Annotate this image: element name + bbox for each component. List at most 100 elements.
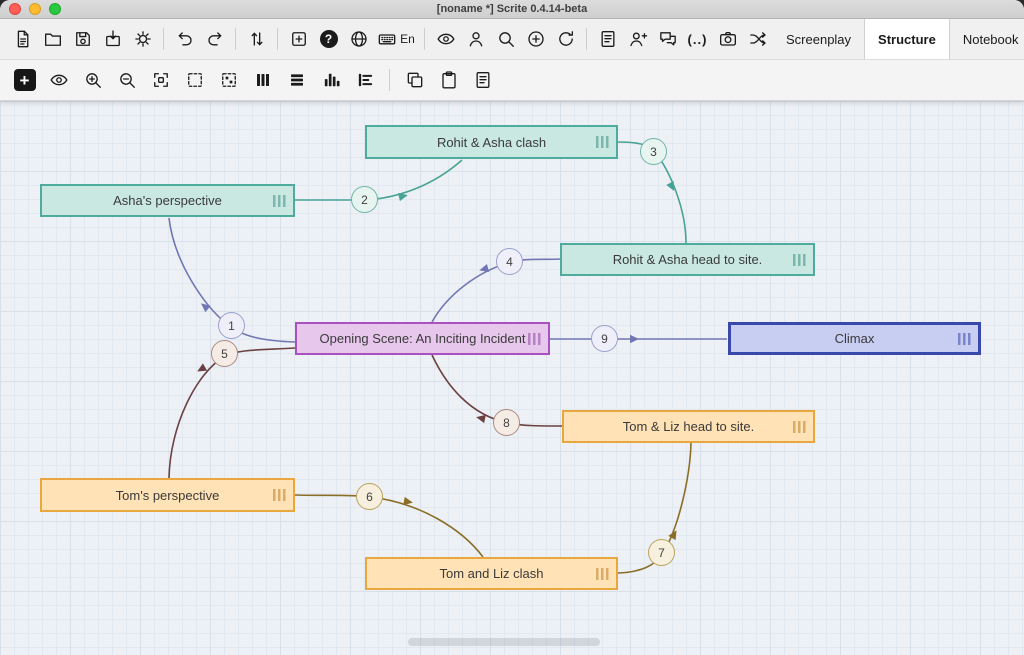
copy-button[interactable] [400,64,429,96]
connector-number-bubble[interactable]: 3 [640,138,667,165]
report-icon [598,29,618,49]
tab-notebook[interactable]: Notebook [950,19,1024,59]
structure-canvas[interactable]: Rohit & Asha clash Asha's perspective Ro… [0,101,1024,655]
refresh-icon [556,29,576,49]
scene-card-title: Tom's perspective [116,488,220,503]
refresh-button[interactable] [551,23,580,55]
snap-select-button[interactable] [214,64,243,96]
export-button[interactable] [98,23,127,55]
help-icon: ? [320,30,338,48]
help-button[interactable]: ? [314,23,343,55]
zoom-out-button[interactable] [112,64,141,96]
fit-view-icon [151,70,171,90]
scene-card-title: Asha's perspective [113,193,222,208]
annotations-button[interactable] [468,64,497,96]
keyboard-layout-button[interactable]: En [374,23,418,55]
connector-2-path[interactable] [295,160,462,200]
zoom-in-button[interactable] [78,64,107,96]
minimize-window-button[interactable] [29,3,41,15]
horizontal-scrollbar[interactable] [408,638,600,646]
code-brackets-button[interactable]: (..) [683,23,712,55]
screenshot-button[interactable] [713,23,742,55]
marquee-icon [185,70,205,90]
redo-icon [205,29,225,49]
scene-bars-icon [793,421,806,433]
beat-board-button[interactable] [248,64,277,96]
connector-number-bubble[interactable]: 6 [356,483,383,510]
clipboard-icon [439,70,459,90]
connector-number-bubble[interactable]: 9 [591,325,618,352]
outline-view-button[interactable] [350,64,379,96]
preview-button[interactable] [431,23,460,55]
connector-number-bubble[interactable]: 5 [211,340,238,367]
rows-icon [287,70,307,90]
add-button[interactable] [521,23,550,55]
connector-number-bubble[interactable]: 2 [351,186,378,213]
scene-card-tom-and-liz-clash[interactable]: Tom and Liz clash [365,557,618,590]
reports-button[interactable] [593,23,622,55]
connector-number-bubble[interactable]: 1 [218,312,245,339]
scene-card-tom-perspective[interactable]: Tom's perspective [40,478,295,512]
redo-button[interactable] [200,23,229,55]
toolbar-separator [586,28,587,50]
scene-card-climax[interactable]: Climax [728,322,981,355]
connector-6-path[interactable] [295,495,483,557]
add-character-button[interactable] [623,23,652,55]
notes-icon [473,70,493,90]
save-button[interactable] [68,23,97,55]
connector-number-bubble[interactable]: 7 [648,539,675,566]
folder-icon [43,29,63,49]
zoom-out-icon [117,70,137,90]
undo-button[interactable] [170,23,199,55]
characters-button[interactable] [461,23,490,55]
rect-select-button[interactable] [180,64,209,96]
scene-bars-icon [958,333,971,345]
toolbar-separator [277,28,278,50]
search-button[interactable] [491,23,520,55]
scene-bars-icon [596,568,609,580]
close-window-button[interactable] [9,3,21,15]
floppy-icon [73,29,93,49]
app-window: [noname *] Scrite 0.4.14-beta ? En (..) … [0,0,1024,655]
scene-card-title: Tom and Liz clash [439,566,543,581]
scene-card-tom-liz-head-to-site[interactable]: Tom & Liz head to site. [562,410,815,443]
scene-card-opening-scene[interactable]: Opening Scene: An Inciting Incident [295,322,550,355]
eye-icon [49,70,69,90]
plus-circle-icon [526,29,546,49]
comments-button[interactable] [653,23,682,55]
box-capture-button[interactable] [284,23,313,55]
text-scale-button[interactable] [242,23,271,55]
open-file-button[interactable] [38,23,67,55]
language-button[interactable] [344,23,373,55]
scene-card-rohit-asha-head-to-site[interactable]: Rohit & Asha head to site. [560,243,815,276]
up-down-arrows-icon [247,29,267,49]
keyboard-icon [377,29,397,49]
new-file-button[interactable] [8,23,37,55]
window-title: [noname *] Scrite 0.4.14-beta [0,3,1024,15]
connector-5-path[interactable] [169,348,295,478]
gear-icon [133,29,153,49]
marquee-grid-icon [219,70,239,90]
connector-number-bubble[interactable]: 8 [493,409,520,436]
tab-structure[interactable]: Structure [864,19,950,59]
zoom-window-button[interactable] [49,3,61,15]
crossing-arrows-icon [748,29,768,49]
main-toolbar: ? En (..) Screenplay Structure Notebook [0,19,1024,60]
scene-card-rohit-asha-clash[interactable]: Rohit & Asha clash [365,125,618,159]
timeline-view-button[interactable] [316,64,345,96]
tab-screenplay[interactable]: Screenplay [773,19,864,59]
person-icon [466,29,486,49]
scene-card-title: Opening Scene: An Inciting Incident [320,331,526,346]
structure-preview-button[interactable] [44,64,73,96]
add-scene-button[interactable]: + [10,64,39,96]
settings-button[interactable] [128,23,157,55]
fit-view-button[interactable] [146,64,175,96]
scene-bars-icon [793,254,806,266]
paste-button[interactable] [434,64,463,96]
scene-bars-icon [528,333,541,345]
list-view-button[interactable] [282,64,311,96]
connector-number-bubble[interactable]: 4 [496,248,523,275]
shuffle-button[interactable] [743,23,772,55]
scene-card-asha-perspective[interactable]: Asha's perspective [40,184,295,217]
globe-icon [349,29,369,49]
